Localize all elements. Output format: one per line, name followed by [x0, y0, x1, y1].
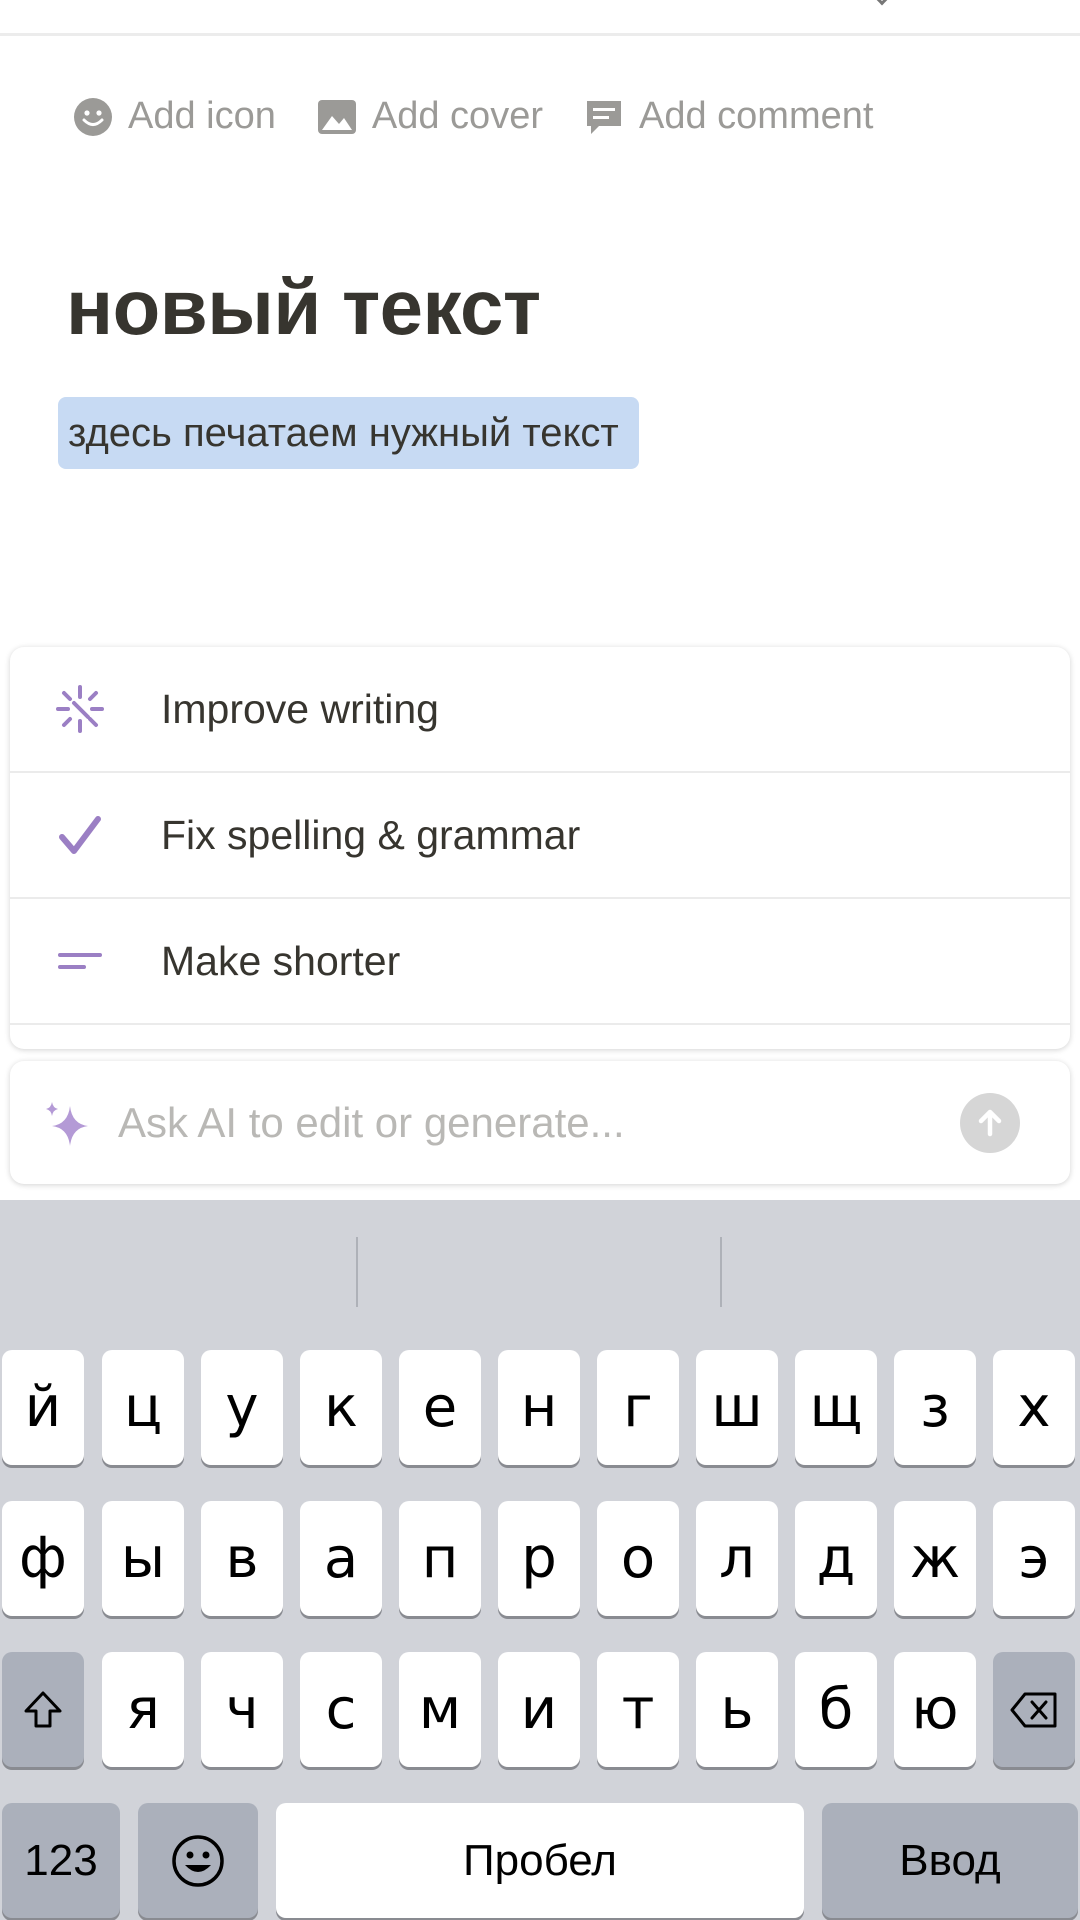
return-key[interactable]: Ввод	[822, 1803, 1078, 1918]
suggestion-divider	[720, 1237, 722, 1307]
key[interactable]: ч	[201, 1652, 283, 1767]
backspace-icon	[1010, 1692, 1057, 1727]
shift-icon	[24, 1691, 62, 1727]
comment-icon	[586, 100, 621, 134]
add-cover-button[interactable]: Add cover	[316, 95, 543, 138]
key[interactable]: л	[696, 1501, 778, 1616]
key[interactable]: ю	[894, 1652, 976, 1767]
sparkle-burst-icon	[56, 685, 104, 733]
key[interactable]: щ	[795, 1350, 877, 1465]
improve-writing-option[interactable]: Improve writing	[10, 647, 1070, 773]
key[interactable]: к	[300, 1350, 382, 1465]
key[interactable]: т	[597, 1652, 679, 1767]
key[interactable]: д	[795, 1501, 877, 1616]
arrow-up-icon	[978, 1109, 1002, 1136]
ai-actions-menu: Improve writing Fix spelling & grammar M…	[10, 647, 1070, 1049]
key[interactable]: ф	[2, 1501, 84, 1616]
key[interactable]: э	[993, 1501, 1075, 1616]
suggestion-bar	[0, 1200, 1080, 1348]
key[interactable]: у	[201, 1350, 283, 1465]
key[interactable]: в	[201, 1501, 283, 1616]
key[interactable]: г	[597, 1350, 679, 1465]
key[interactable]: з	[894, 1350, 976, 1465]
key[interactable]: и	[498, 1652, 580, 1767]
smiley-icon	[74, 97, 112, 136]
key[interactable]: й	[2, 1350, 84, 1465]
fix-spelling-option[interactable]: Fix spelling & grammar	[10, 773, 1070, 899]
key[interactable]: б	[795, 1652, 877, 1767]
numbers-key[interactable]: 123	[2, 1803, 120, 1918]
key[interactable]: о	[597, 1501, 679, 1616]
suggestion-divider	[356, 1237, 358, 1307]
chevron-down-icon[interactable]	[870, 0, 894, 6]
key[interactable]: ц	[102, 1350, 184, 1465]
add-comment-label: Add comment	[638, 95, 874, 137]
key[interactable]: я	[102, 1652, 184, 1767]
make-shorter-option[interactable]: Make shorter	[10, 899, 1070, 1025]
checkmark-icon	[59, 816, 101, 854]
add-cover-label: Add cover	[371, 95, 543, 137]
key[interactable]: ы	[102, 1501, 184, 1616]
key[interactable]: ж	[894, 1501, 976, 1616]
ai-prompt-input[interactable]	[118, 1098, 960, 1147]
key[interactable]: ш	[696, 1350, 778, 1465]
shift-key[interactable]	[2, 1652, 84, 1767]
key[interactable]: п	[399, 1501, 481, 1616]
key[interactable]: н	[498, 1350, 580, 1465]
top-bar	[0, 0, 1080, 36]
add-icon-button[interactable]: Add icon	[72, 95, 276, 138]
send-button[interactable]	[960, 1092, 1020, 1153]
emoji-key[interactable]	[138, 1803, 258, 1918]
add-icon-label: Add icon	[128, 95, 276, 137]
improve-writing-label: Improve writing	[161, 685, 439, 732]
add-comment-button[interactable]: Add comment	[583, 95, 873, 138]
key[interactable]: ь	[696, 1652, 778, 1767]
page-actions: Add icon Add cover Add comment	[72, 95, 873, 138]
on-screen-keyboard: й ц у к е н г ш щ з х ф ы в а п р о л д …	[0, 1200, 1080, 1920]
key[interactable]: а	[300, 1501, 382, 1616]
ai-prompt-bar	[10, 1061, 1070, 1184]
key[interactable]: х	[993, 1350, 1075, 1465]
page-title[interactable]: новый текст	[66, 262, 541, 353]
key[interactable]: м	[399, 1652, 481, 1767]
key[interactable]: е	[399, 1350, 481, 1465]
key[interactable]: с	[300, 1652, 382, 1767]
fix-spelling-label: Fix spelling & grammar	[161, 811, 581, 858]
space-key[interactable]: Пробел	[276, 1803, 804, 1918]
backspace-key[interactable]	[993, 1652, 1075, 1767]
key[interactable]: р	[498, 1501, 580, 1616]
ai-sparkle-icon	[46, 1101, 88, 1146]
emoji-icon	[172, 1834, 224, 1887]
make-shorter-label: Make shorter	[161, 937, 401, 984]
selected-text-block[interactable]: здесь печатаем нужный текст	[58, 397, 639, 469]
short-lines-icon	[58, 953, 102, 969]
image-icon	[317, 99, 356, 134]
